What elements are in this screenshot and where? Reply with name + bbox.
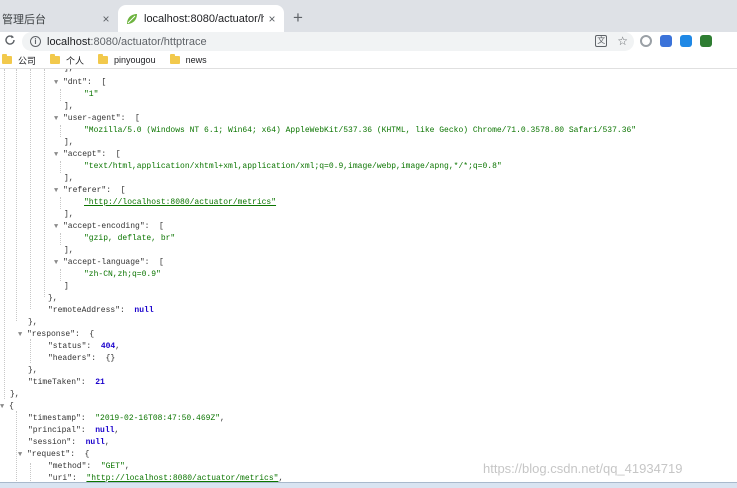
json-line: "session": null,	[28, 438, 110, 447]
json-line: "1"	[84, 90, 99, 99]
indent-guide	[44, 69, 45, 297]
folder-icon	[98, 54, 109, 64]
json-line: "timestamp": "2019-02-16T08:47:50.469Z",	[28, 414, 225, 423]
indent-guide	[30, 463, 31, 482]
folder-icon	[169, 54, 180, 64]
json-line: "timeTaken": 21	[28, 378, 105, 387]
address-bar[interactable]: i localhost:8080/actuator/httptrace 文 ☆	[22, 32, 634, 51]
tab-admin[interactable]: 管理后台 ×	[0, 6, 118, 32]
indent-guide	[60, 89, 61, 101]
indent-guide	[60, 269, 61, 281]
indent-guide	[60, 125, 61, 137]
referer-link[interactable]: "http://localhost:8080/actuator/metrics"	[84, 198, 276, 207]
extension-circle-icon[interactable]	[640, 35, 652, 47]
uri-link[interactable]: "http://localhost:8080/actuator/metrics"	[86, 474, 278, 482]
json-line: "principal": null,	[28, 426, 120, 435]
tab-httptrace[interactable]: localhost:8080/actuator/httptr ×	[118, 5, 284, 32]
json-line: },	[28, 318, 38, 327]
json-line: "text/html,application/xhtml+xml,applica…	[84, 162, 502, 171]
json-line: ],	[64, 210, 74, 219]
json-line: ],	[64, 246, 74, 255]
collapse-triangle-icon[interactable]: ▼	[54, 185, 63, 197]
extension-translate-icon[interactable]	[660, 35, 672, 47]
collapse-triangle-icon[interactable]: ▼	[0, 401, 9, 413]
json-line: ],	[64, 102, 74, 111]
indent-guide	[16, 411, 17, 482]
extension-green-icon[interactable]	[700, 35, 712, 47]
json-line: ▼ "request": {	[18, 449, 90, 461]
indent-guide	[60, 197, 61, 209]
collapse-triangle-icon[interactable]: ▼	[54, 77, 63, 89]
json-line: ▼ "referer": [	[54, 185, 126, 197]
json-line: ]	[64, 282, 69, 291]
json-line: ],	[64, 174, 74, 183]
indent-guide	[30, 339, 31, 363]
tab-strip: 管理后台 × localhost:8080/actuator/httptr × …	[0, 0, 737, 32]
json-line: },	[48, 294, 58, 303]
taskbar	[0, 482, 737, 488]
extension-icons	[640, 35, 712, 47]
json-line: "uri": "http://localhost:8080/actuator/m…	[48, 474, 284, 482]
star-icon[interactable]: ☆	[617, 34, 628, 48]
url-text[interactable]: localhost:8080/actuator/httptrace	[47, 36, 207, 48]
collapse-triangle-icon[interactable]: ▼	[54, 221, 63, 233]
watermark: https://blog.csdn.net/qq_41934719	[483, 461, 683, 476]
json-line: "Mozilla/5.0 (Windows NT 6.1; Win64; x64…	[84, 126, 637, 135]
json-line: ▼{	[0, 401, 14, 413]
indent-guide	[60, 161, 61, 173]
collapse-triangle-icon[interactable]: ▼	[18, 329, 27, 341]
collapse-triangle-icon[interactable]: ▼	[18, 449, 27, 461]
json-line: "gzip, deflate, br"	[84, 234, 176, 243]
extension-blue-icon[interactable]	[680, 35, 692, 47]
indent-guide	[60, 233, 61, 245]
bookmark-personal[interactable]: 个人	[50, 54, 84, 67]
tab-label: 管理后台	[2, 14, 46, 26]
bookmarks-bar: 公司 个人 pinyougou news	[0, 52, 737, 69]
bookmark-pinyougou[interactable]: pinyougou	[98, 54, 156, 65]
bookmark-company[interactable]: 公司	[2, 54, 36, 67]
json-line: ▼ "accept": [	[54, 149, 121, 161]
json-line: ],	[64, 69, 74, 75]
json-line: "method": "GET",	[48, 462, 130, 471]
json-line: ▼ "dnt": [	[54, 77, 107, 89]
json-line: ▼ "response": {	[18, 329, 95, 341]
json-line: ],	[64, 138, 74, 147]
indent-guide	[16, 69, 17, 321]
indent-guide	[30, 69, 31, 309]
json-line: "status": 404,	[48, 342, 121, 351]
tab-label: localhost:8080/actuator/httptr	[144, 12, 264, 25]
folder-icon	[2, 54, 12, 64]
json-line: },	[28, 366, 38, 375]
collapse-triangle-icon[interactable]: ▼	[54, 113, 63, 125]
json-line: "remoteAddress": null	[48, 306, 154, 315]
json-line: "zh-CN,zh;q=0.9"	[84, 270, 161, 279]
bookmark-news[interactable]: news	[169, 54, 207, 65]
info-icon[interactable]: i	[30, 36, 41, 47]
leaf-favicon-icon	[127, 13, 137, 24]
reload-icon[interactable]	[0, 34, 20, 49]
json-line: "headers": {}	[48, 354, 116, 363]
json-line: ▼ "accept-language": [	[54, 257, 164, 269]
collapse-triangle-icon[interactable]: ▼	[54, 149, 63, 161]
new-tab-button[interactable]: +	[288, 8, 308, 28]
indent-guide	[4, 69, 5, 399]
close-icon[interactable]: ×	[98, 11, 114, 27]
collapse-triangle-icon[interactable]: ▼	[54, 257, 63, 269]
json-line: "http://localhost:8080/actuator/metrics"	[84, 197, 276, 209]
close-icon[interactable]: ×	[264, 11, 280, 27]
translate-icon[interactable]: 文	[595, 35, 608, 47]
folder-icon	[50, 54, 61, 64]
json-viewer: ], ▼"dnt": [ "1" ], ▼"user-agent": [ "Mo…	[0, 69, 737, 482]
json-line: ▼ "accept-encoding": [	[54, 221, 164, 233]
browser-toolbar: i localhost:8080/actuator/httptrace 文 ☆	[0, 32, 737, 51]
json-line: ▼ "user-agent": [	[54, 113, 140, 125]
json-line: },	[10, 390, 20, 399]
